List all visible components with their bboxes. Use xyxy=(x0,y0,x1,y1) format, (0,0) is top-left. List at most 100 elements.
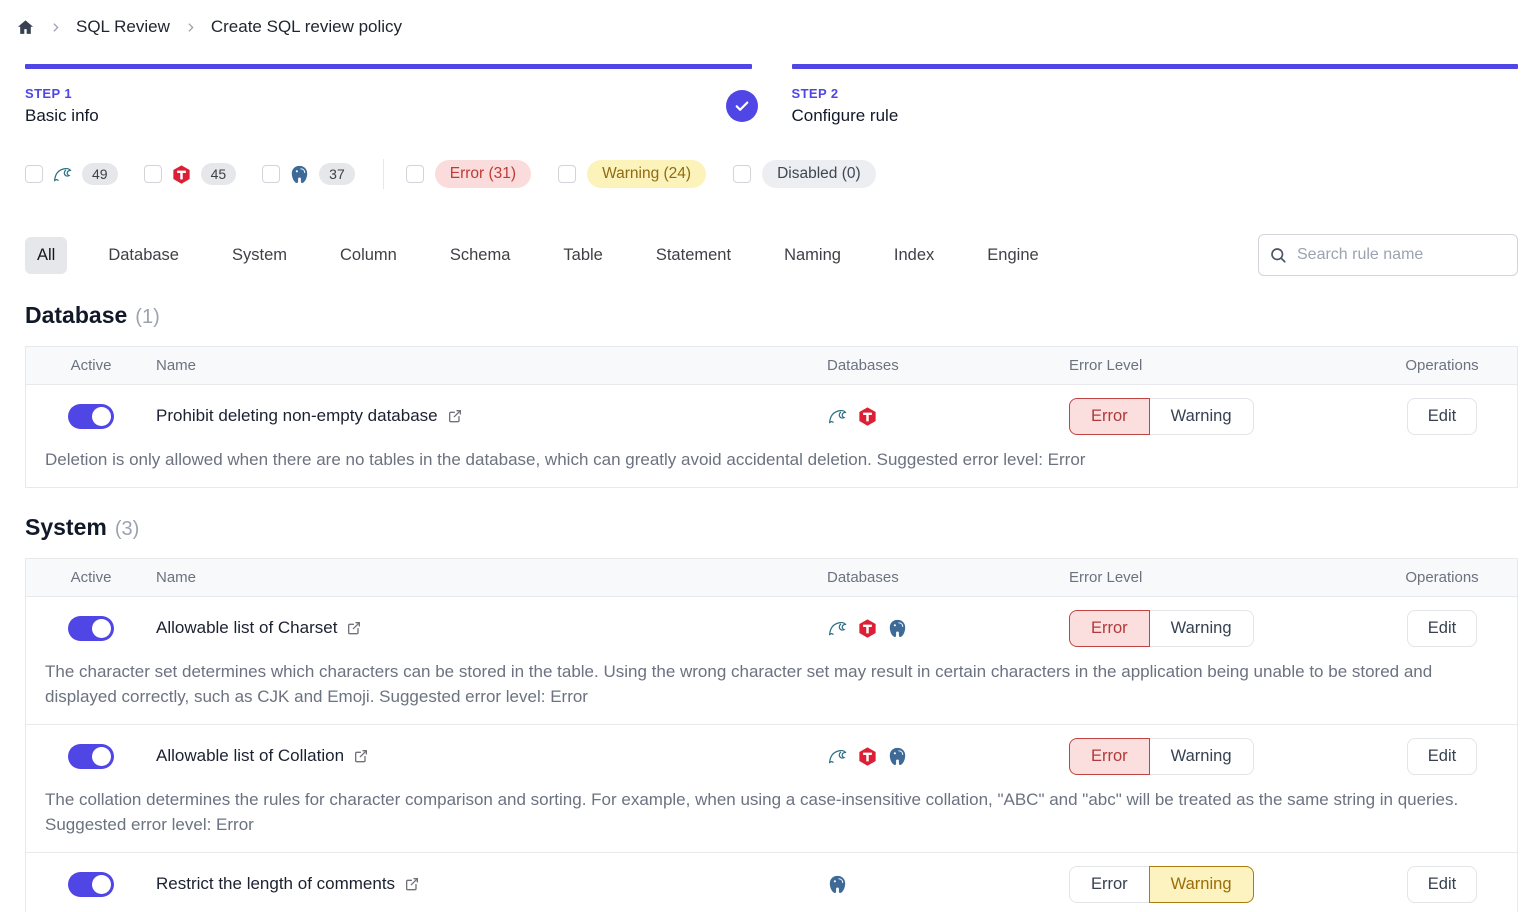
level-pill: Disabled (0) xyxy=(762,160,876,188)
postgresql-icon xyxy=(289,164,310,185)
rule-description: The character set determines which chara… xyxy=(26,659,1517,724)
step-1-label: STEP 1 xyxy=(25,86,99,101)
toggle-knob xyxy=(92,875,111,894)
warning-level-button[interactable]: Warning xyxy=(1149,610,1254,647)
engine-count-badge: 49 xyxy=(82,163,118,185)
chevron-right-icon xyxy=(49,21,62,34)
tidb-icon xyxy=(171,164,192,185)
external-link-icon[interactable] xyxy=(447,408,463,424)
filter-bar: 49 45 37 Error (31) Warning (24) Disable… xyxy=(25,158,1518,190)
table-body: Allowable list of Charset Error Warning … xyxy=(26,597,1517,912)
column-header-name: Name xyxy=(156,357,827,374)
tidb-icon xyxy=(857,406,878,427)
error-level-button[interactable]: Error xyxy=(1069,398,1150,435)
chevron-right-icon xyxy=(184,21,197,34)
level-pill: Warning (24) xyxy=(587,160,706,188)
engine-checkbox[interactable] xyxy=(25,165,43,183)
level-checkbox[interactable] xyxy=(558,165,576,183)
engine-filter-postgresql[interactable]: 37 xyxy=(262,163,355,185)
column-header-databases: Databases xyxy=(827,569,1069,586)
toggle-knob xyxy=(92,407,111,426)
rule-table: ActiveNameDatabasesError LevelOperations… xyxy=(25,346,1518,488)
edit-button[interactable]: Edit xyxy=(1407,398,1477,435)
level-checkbox[interactable] xyxy=(406,165,424,183)
rule-row: Allowable list of Collation Error Warnin… xyxy=(26,724,1517,852)
column-header-error-level: Error Level xyxy=(1069,569,1367,586)
tab-database[interactable]: Database xyxy=(96,237,191,274)
create-sql-review-policy-page: SQL Review Create SQL review policy STEP… xyxy=(0,0,1530,912)
level-checkbox[interactable] xyxy=(733,165,751,183)
step-2-title: Configure rule xyxy=(792,106,899,126)
tab-index[interactable]: Index xyxy=(882,237,946,274)
mysql-icon xyxy=(827,618,848,639)
rule-description: Deletion is only allowed when there are … xyxy=(26,447,1517,487)
external-link-icon[interactable] xyxy=(404,876,420,892)
search-box xyxy=(1258,234,1518,276)
edit-button[interactable]: Edit xyxy=(1407,866,1477,903)
rule-databases xyxy=(827,618,1069,639)
column-header-active: Active xyxy=(26,569,156,586)
rule-name: Allowable list of Charset xyxy=(156,618,337,638)
level-filter-disabled[interactable]: Disabled (0) xyxy=(733,160,876,188)
rule-description: The collation determines the rules for c… xyxy=(26,787,1517,852)
active-toggle[interactable] xyxy=(68,872,114,897)
section-rule-count: (1) xyxy=(135,306,159,329)
edit-button[interactable]: Edit xyxy=(1407,738,1477,775)
tab-engine[interactable]: Engine xyxy=(975,237,1050,274)
breadcrumb: SQL Review Create SQL review policy xyxy=(16,12,1518,42)
engine-filter-tidb[interactable]: 45 xyxy=(144,163,237,185)
level-filter-error[interactable]: Error (31) xyxy=(406,160,531,188)
error-level-button[interactable]: Error xyxy=(1069,738,1150,775)
edit-button[interactable]: Edit xyxy=(1407,610,1477,647)
rule-name: Prohibit deleting non-empty database xyxy=(156,406,438,426)
tab-all[interactable]: All xyxy=(25,237,67,274)
error-level-button[interactable]: Error xyxy=(1069,866,1150,903)
external-link-icon[interactable] xyxy=(346,620,362,636)
tab-naming[interactable]: Naming xyxy=(772,237,853,274)
table-header-row: ActiveNameDatabasesError LevelOperations xyxy=(26,559,1517,597)
rule-databases xyxy=(827,746,1069,767)
tab-statement[interactable]: Statement xyxy=(644,237,743,274)
step-1: STEP 1 Basic info xyxy=(25,64,752,127)
engine-checkbox[interactable] xyxy=(262,165,280,183)
level-filter-warning[interactable]: Warning (24) xyxy=(558,160,706,188)
engine-filter-mysql[interactable]: 49 xyxy=(25,163,118,185)
warning-level-button[interactable]: Warning xyxy=(1149,866,1254,903)
external-link-icon[interactable] xyxy=(353,748,369,764)
active-toggle[interactable] xyxy=(68,616,114,641)
tab-table[interactable]: Table xyxy=(551,237,614,274)
tab-system[interactable]: System xyxy=(220,237,299,274)
tabs: All Database System Column Schema Table Statem… xyxy=(25,237,1051,274)
mysql-icon xyxy=(52,164,73,185)
error-level-group: Error Warning xyxy=(1069,738,1367,775)
column-header-databases: Databases xyxy=(827,357,1069,374)
step-1-title: Basic info xyxy=(25,106,99,126)
column-header-active: Active xyxy=(26,357,156,374)
warning-level-button[interactable]: Warning xyxy=(1149,738,1254,775)
search-input[interactable] xyxy=(1258,234,1518,276)
level-pill: Error (31) xyxy=(435,160,531,188)
section-title-text: System xyxy=(25,514,107,541)
error-level-group: Error Warning xyxy=(1069,398,1367,435)
tab-column[interactable]: Column xyxy=(328,237,409,274)
postgresql-icon xyxy=(887,746,908,767)
active-toggle[interactable] xyxy=(68,404,114,429)
error-level-group: Error Warning xyxy=(1069,610,1367,647)
breadcrumb-sql-review[interactable]: SQL Review xyxy=(76,17,170,37)
postgresql-icon xyxy=(887,618,908,639)
warning-level-button[interactable]: Warning xyxy=(1149,398,1254,435)
toggle-knob xyxy=(92,619,111,638)
filter-divider xyxy=(383,159,384,189)
tab-schema[interactable]: Schema xyxy=(438,237,523,274)
home-icon[interactable] xyxy=(16,18,35,37)
error-level-button[interactable]: Error xyxy=(1069,610,1150,647)
level-filters: Error (31) Warning (24) Disabled (0) xyxy=(406,160,903,188)
table-body: Prohibit deleting non-empty database Err… xyxy=(26,385,1517,487)
active-toggle[interactable] xyxy=(68,744,114,769)
rule-databases xyxy=(827,406,1069,427)
section-title-text: Database xyxy=(25,302,127,329)
rule-sections: Database (1) ActiveNameDatabasesError Le… xyxy=(25,302,1518,912)
column-header-error-level: Error Level xyxy=(1069,357,1367,374)
rule-name: Allowable list of Collation xyxy=(156,746,344,766)
engine-checkbox[interactable] xyxy=(144,165,162,183)
